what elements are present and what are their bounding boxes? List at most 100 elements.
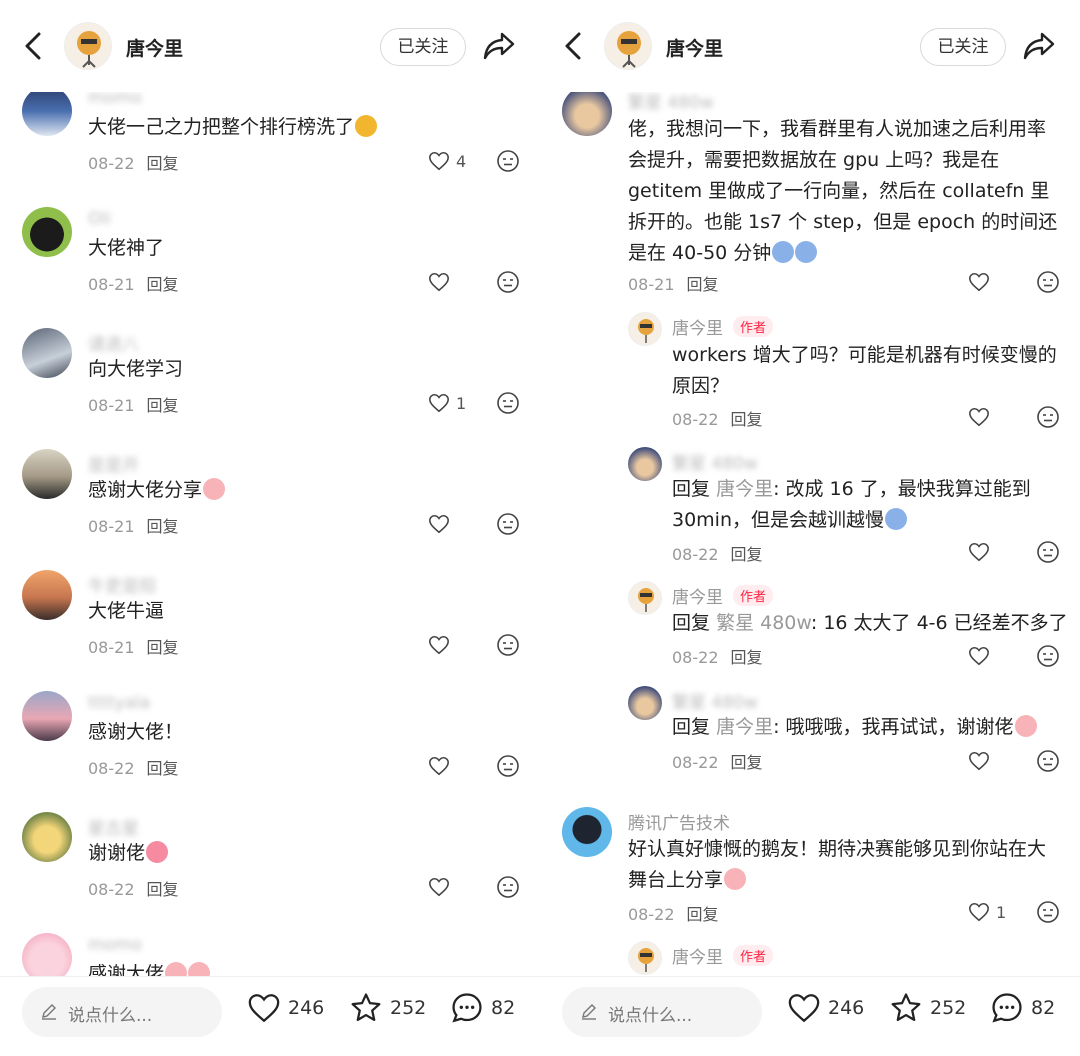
- username[interactable]: 唐今里 作者: [672, 583, 774, 608]
- dislike-face-icon[interactable]: [496, 270, 520, 294]
- username[interactable]: 繁星 480w: [672, 688, 758, 713]
- avatar[interactable]: [22, 449, 72, 499]
- dislike-face-icon[interactable]: [496, 512, 520, 536]
- back-icon[interactable]: [20, 30, 48, 62]
- username[interactable]: 请退八: [88, 330, 139, 355]
- reply-button[interactable]: 回复: [687, 905, 719, 924]
- username[interactable]: ttttyala: [88, 693, 150, 713]
- dislike-face-icon[interactable]: [1036, 405, 1060, 429]
- avatar[interactable]: [22, 691, 72, 741]
- author-avatar[interactable]: [604, 22, 652, 70]
- reply-button[interactable]: 回复: [147, 638, 179, 657]
- comment-meta: 08-21 回复: [88, 638, 179, 657]
- star-total: 252: [930, 997, 967, 1019]
- heart-icon[interactable]: [247, 991, 281, 1025]
- dislike-face-icon[interactable]: [1036, 644, 1060, 668]
- avatar[interactable]: [22, 328, 72, 378]
- username[interactable]: 唐今里 作者: [672, 314, 774, 339]
- heart-icon[interactable]: [968, 901, 990, 923]
- reply-button[interactable]: 回复: [731, 410, 763, 429]
- reply-button[interactable]: 回复: [147, 759, 179, 778]
- comment-meta: 08-22 回复: [88, 759, 179, 778]
- username[interactable]: 星古星: [88, 814, 139, 839]
- avatar[interactable]: [628, 686, 662, 720]
- dislike-face-icon[interactable]: [1036, 270, 1060, 294]
- comment-input[interactable]: 说点什么...: [562, 987, 762, 1037]
- reply-target[interactable]: 唐今里: [716, 716, 773, 738]
- avatar[interactable]: [562, 807, 612, 857]
- avatar[interactable]: [628, 941, 662, 975]
- heart-icon[interactable]: [968, 541, 990, 563]
- avatar[interactable]: [22, 570, 72, 620]
- dislike-face-icon[interactable]: [1036, 749, 1060, 773]
- follow-button[interactable]: 已关注: [920, 28, 1006, 66]
- comment-meta: 08-22 回复: [672, 545, 763, 564]
- reply-button[interactable]: 回复: [731, 753, 763, 772]
- reply-button[interactable]: 回复: [147, 880, 179, 899]
- author-avatar[interactable]: [64, 22, 112, 70]
- comment-text: 大佬牛逼: [88, 600, 165, 622]
- star-icon[interactable]: [349, 991, 383, 1025]
- heart-icon[interactable]: [428, 755, 450, 777]
- reply-button[interactable]: 回复: [147, 396, 179, 415]
- heart-icon[interactable]: [428, 150, 450, 172]
- dislike-face-icon[interactable]: [1036, 540, 1060, 564]
- heart-icon[interactable]: [968, 406, 990, 428]
- reply-target[interactable]: 唐今里: [716, 478, 773, 500]
- share-icon[interactable]: [1022, 30, 1056, 62]
- comment-meta: 08-22 回复: [88, 880, 179, 899]
- author-name[interactable]: 唐今里: [666, 34, 723, 61]
- avatar[interactable]: [628, 312, 662, 346]
- username[interactable]: momo: [88, 935, 142, 955]
- heart-icon[interactable]: [968, 271, 990, 293]
- reply-button[interactable]: 回复: [687, 275, 719, 294]
- heart-icon[interactable]: [428, 392, 450, 414]
- heart-icon[interactable]: [428, 876, 450, 898]
- reply-button[interactable]: 回复: [147, 517, 179, 536]
- dislike-face-icon[interactable]: [496, 875, 520, 899]
- author-name[interactable]: 唐今里: [126, 34, 183, 61]
- emoji-icon: [885, 508, 908, 530]
- username[interactable]: 是是开: [88, 451, 139, 476]
- comment-meta: 08-21 回复: [628, 275, 719, 294]
- avatar[interactable]: [22, 207, 72, 257]
- heart-icon[interactable]: [787, 991, 821, 1025]
- comment-text: 大佬一己之力把整个排行榜洗了: [88, 112, 508, 143]
- username[interactable]: Oli: [88, 209, 111, 229]
- dislike-face-icon[interactable]: [496, 391, 520, 415]
- comment-bubble-icon[interactable]: [450, 991, 484, 1025]
- username[interactable]: 腾讯广告技术: [628, 809, 730, 834]
- avatar[interactable]: [628, 447, 662, 481]
- bottom-action-bar: 说点什么... 246 252 82: [540, 976, 1080, 1056]
- username[interactable]: 繁星 480w: [672, 449, 758, 474]
- dislike-face-icon[interactable]: [496, 633, 520, 657]
- share-icon[interactable]: [482, 30, 516, 62]
- dislike-face-icon[interactable]: [496, 754, 520, 778]
- dislike-face-icon[interactable]: [496, 149, 520, 173]
- star-icon[interactable]: [889, 991, 923, 1025]
- username[interactable]: 牛吏是阳: [88, 572, 156, 597]
- heart-icon[interactable]: [428, 271, 450, 293]
- username[interactable]: 唐今里 作者: [672, 943, 774, 968]
- comment-input[interactable]: 说点什么...: [22, 987, 222, 1037]
- back-icon[interactable]: [560, 30, 588, 62]
- heart-icon[interactable]: [428, 634, 450, 656]
- avatar[interactable]: [628, 581, 662, 615]
- follow-button[interactable]: 已关注: [380, 28, 466, 66]
- reply-button[interactable]: 回复: [147, 154, 179, 173]
- reply-button[interactable]: 回复: [731, 648, 763, 667]
- heart-icon[interactable]: [428, 513, 450, 535]
- emoji-icon: [203, 478, 226, 500]
- dislike-face-icon[interactable]: [1036, 900, 1060, 924]
- avatar[interactable]: [22, 812, 72, 862]
- reply-button[interactable]: 回复: [147, 275, 179, 294]
- left-comment-panel: 唐今里 已关注 momo 大佬一己之力把整个排行榜洗了 08-22 回复 4 Ol…: [0, 0, 540, 1056]
- avatar[interactable]: [562, 86, 612, 136]
- comment-bubble-icon[interactable]: [990, 991, 1024, 1025]
- heart-icon[interactable]: [968, 645, 990, 667]
- reply-button[interactable]: 回复: [731, 545, 763, 564]
- avatar[interactable]: [22, 86, 72, 136]
- comment-text: workers 增大了吗？可能是机器有时候变慢的原因？: [672, 344, 1057, 397]
- heart-icon[interactable]: [968, 750, 990, 772]
- reply-target[interactable]: 繁星 480w: [716, 612, 811, 634]
